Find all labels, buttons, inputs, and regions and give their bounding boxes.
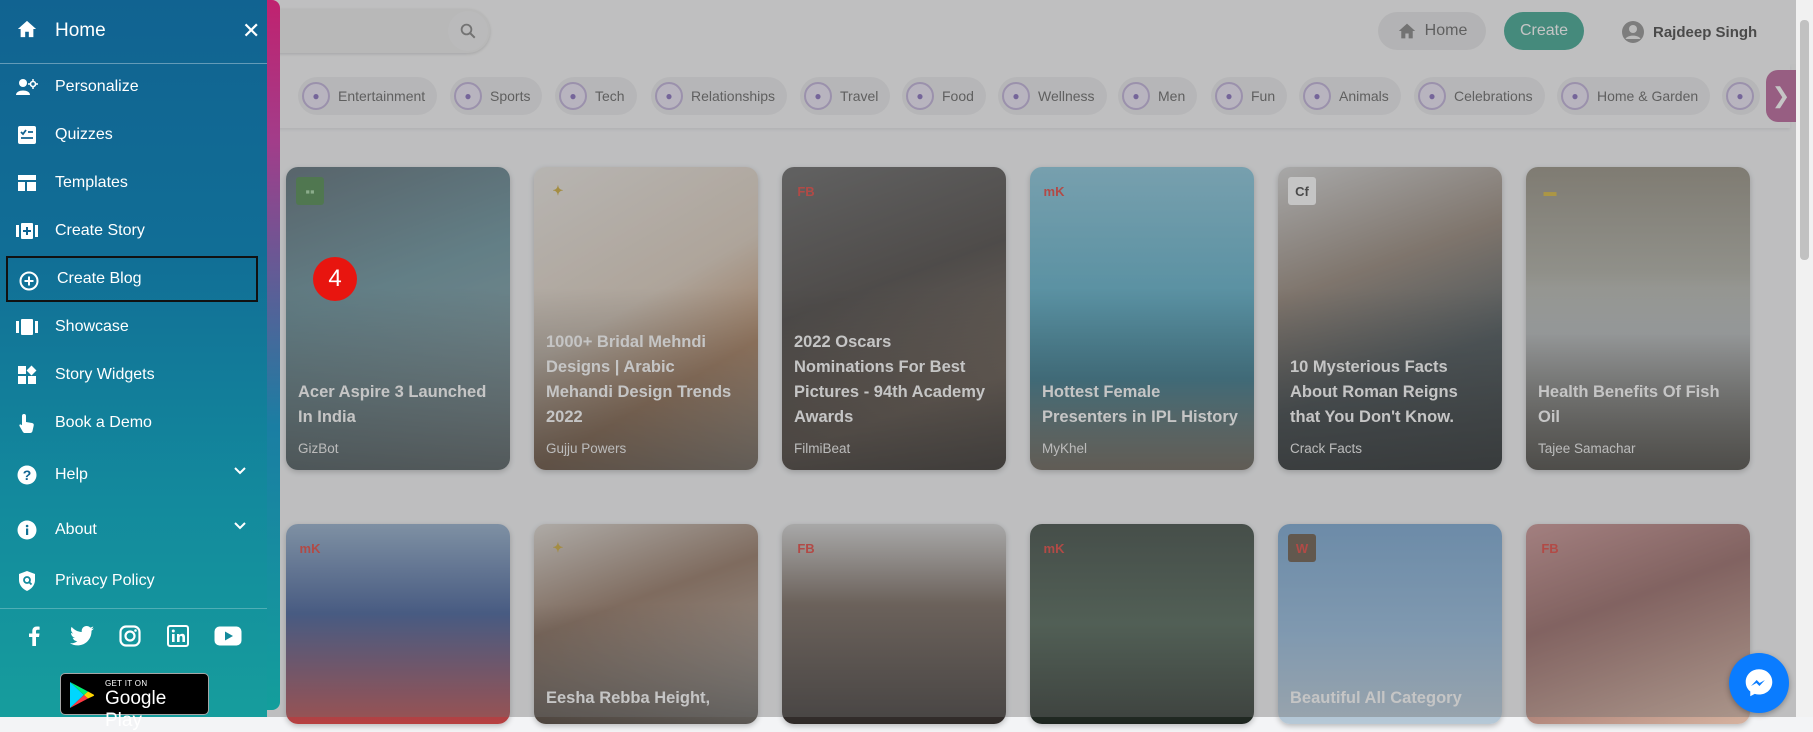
youtube-link[interactable] — [213, 623, 243, 649]
menu-item-book-a-demo[interactable]: Book a Demo — [0, 400, 267, 446]
page-scrollbar[interactable] — [1796, 0, 1813, 717]
twitter-icon — [70, 626, 94, 646]
menu-label: Personalize — [55, 78, 139, 95]
instagram-icon — [119, 625, 141, 647]
messenger-chat-button[interactable] — [1729, 653, 1789, 713]
chevron-down-icon — [234, 467, 246, 475]
home-icon — [17, 20, 37, 38]
facebook-icon — [29, 626, 40, 646]
menu-item-showcase[interactable]: Showcase — [0, 304, 267, 350]
facebook-link[interactable] — [19, 623, 49, 649]
personalize-icon — [16, 77, 38, 97]
google-play-icon — [70, 682, 95, 708]
menu-label: Showcase — [55, 318, 129, 335]
drawer-title: Home — [55, 20, 106, 41]
menu-item-create-blog[interactable]: Create Blog — [6, 256, 258, 302]
scrollbar-thumb[interactable] — [1800, 20, 1809, 260]
widgets-icon — [16, 365, 38, 385]
menu-label: Privacy Policy — [55, 572, 155, 589]
drawer-edge — [266, 0, 280, 710]
linkedin-icon — [167, 625, 189, 647]
divider — [0, 608, 267, 609]
menu-label: Templates — [55, 174, 128, 191]
menu-item-story-widgets[interactable]: Story Widgets — [0, 352, 267, 398]
menu-item-create-story[interactable]: Create Story — [0, 208, 267, 254]
menu-item-help[interactable]: ? Help — [0, 452, 267, 498]
menu-label: Help — [55, 466, 88, 483]
step-number-badge: 4 — [313, 257, 357, 301]
templates-icon — [16, 173, 38, 193]
close-icon[interactable]: ✕ — [242, 20, 260, 42]
youtube-icon — [214, 626, 242, 646]
instagram-link[interactable] — [115, 623, 145, 649]
menu-label: Story Widgets — [55, 366, 155, 383]
showcase-icon — [16, 317, 38, 337]
menu-item-personalize[interactable]: Personalize — [0, 64, 267, 110]
menu-item-about[interactable]: About — [0, 507, 267, 553]
menu-item-templates[interactable]: Templates — [0, 160, 267, 206]
privacy-icon — [16, 571, 38, 591]
drawer-header: Home ✕ — [0, 0, 267, 64]
menu-item-quizzes[interactable]: Quizzes — [0, 112, 267, 158]
google-play-text: Google Play — [105, 688, 167, 731]
menu-label: Create Story — [55, 222, 145, 239]
messenger-icon — [1745, 669, 1773, 697]
info-icon — [16, 520, 38, 540]
touch-icon — [16, 413, 38, 433]
google-play-badge[interactable]: GET IT ON Google Play — [60, 673, 209, 731]
linkedin-link[interactable] — [163, 623, 193, 649]
quiz-icon — [16, 125, 38, 145]
side-drawer: Home ✕ Personalize Quizzes Templates Cre… — [0, 0, 267, 731]
menu-label: Book a Demo — [55, 414, 152, 431]
svg-text:?: ? — [23, 467, 32, 483]
help-icon: ? — [16, 465, 38, 485]
twitter-link[interactable] — [67, 623, 97, 649]
story-icon — [16, 221, 38, 241]
google-play-small-text: GET IT ON — [105, 679, 148, 688]
add-circle-icon — [18, 271, 40, 291]
menu-label: Quizzes — [55, 126, 113, 143]
menu-label: Create Blog — [57, 270, 142, 287]
chevron-down-icon — [234, 522, 246, 530]
menu-item-privacy-policy[interactable]: Privacy Policy — [0, 558, 267, 604]
menu-label: About — [55, 521, 97, 538]
